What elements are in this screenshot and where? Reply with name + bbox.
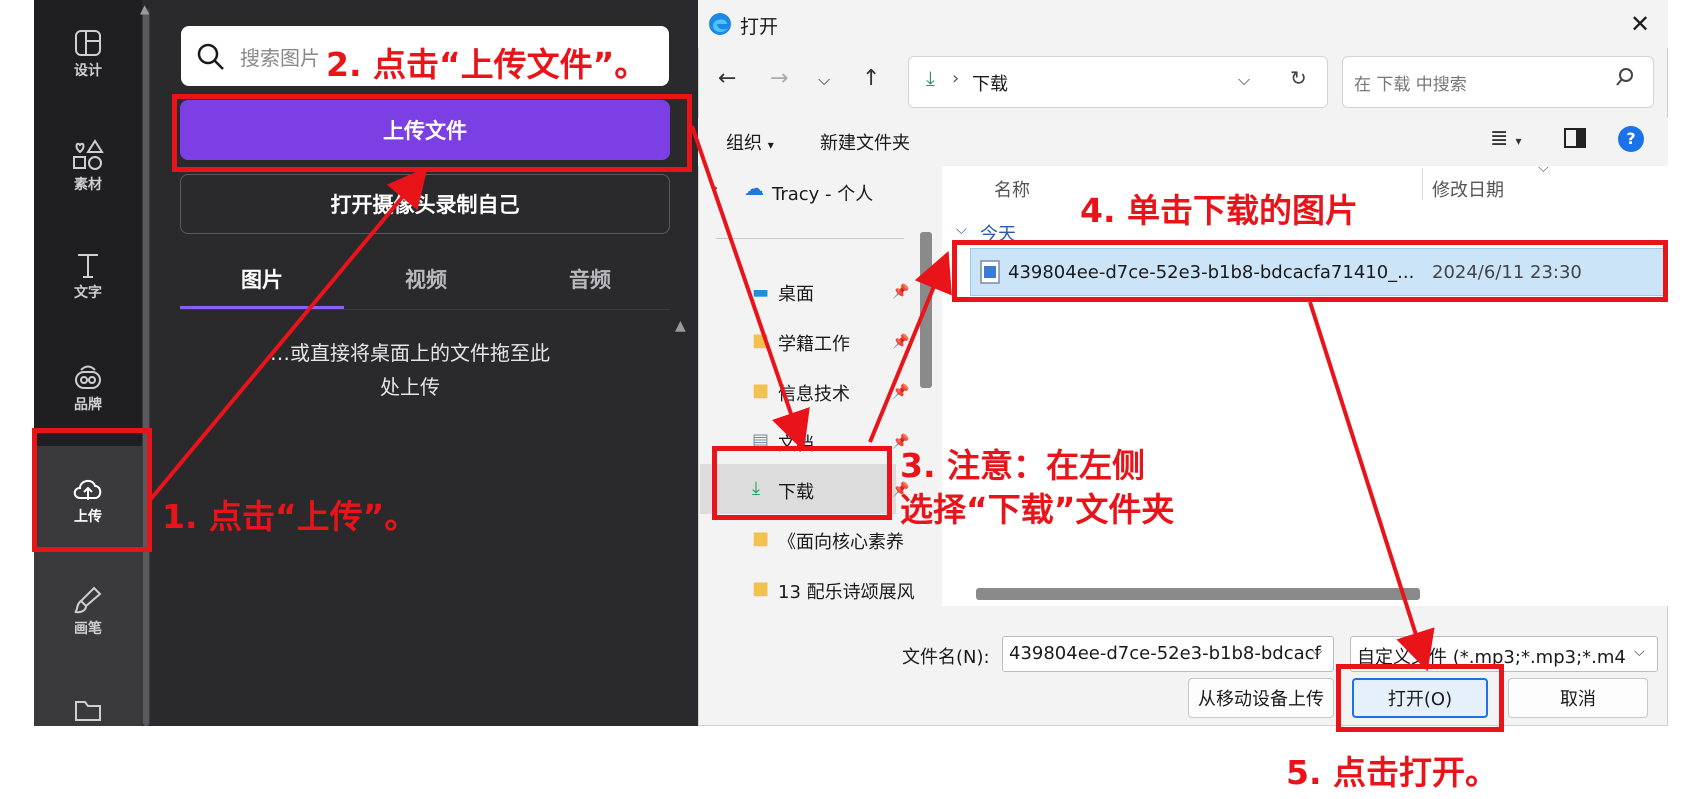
arrow-step3-to-step4	[868, 250, 952, 443]
annotation-step2: 2. 点击“上传文件”。	[326, 45, 648, 84]
annotation-step4: 4. 单击下载的图片	[1080, 191, 1358, 230]
annotation-step3-line: 3. 注意：在左侧	[900, 446, 1145, 485]
annotation-step1: 1. 点击“上传”。	[162, 497, 418, 536]
arrow-step4-to-step5	[1308, 301, 1435, 672]
arrow-step2-to-step3	[690, 125, 810, 452]
annotation-step3-line: 选择“下载”文件夹	[900, 490, 1175, 529]
annotation-step5: 5. 点击打开。	[1286, 753, 1498, 792]
annotation-arrows	[148, 125, 1435, 672]
arrow-step1-to-step2	[148, 166, 428, 502]
annotation-step3: 3. 注意：在左侧 选择“下载”文件夹	[900, 444, 1174, 532]
